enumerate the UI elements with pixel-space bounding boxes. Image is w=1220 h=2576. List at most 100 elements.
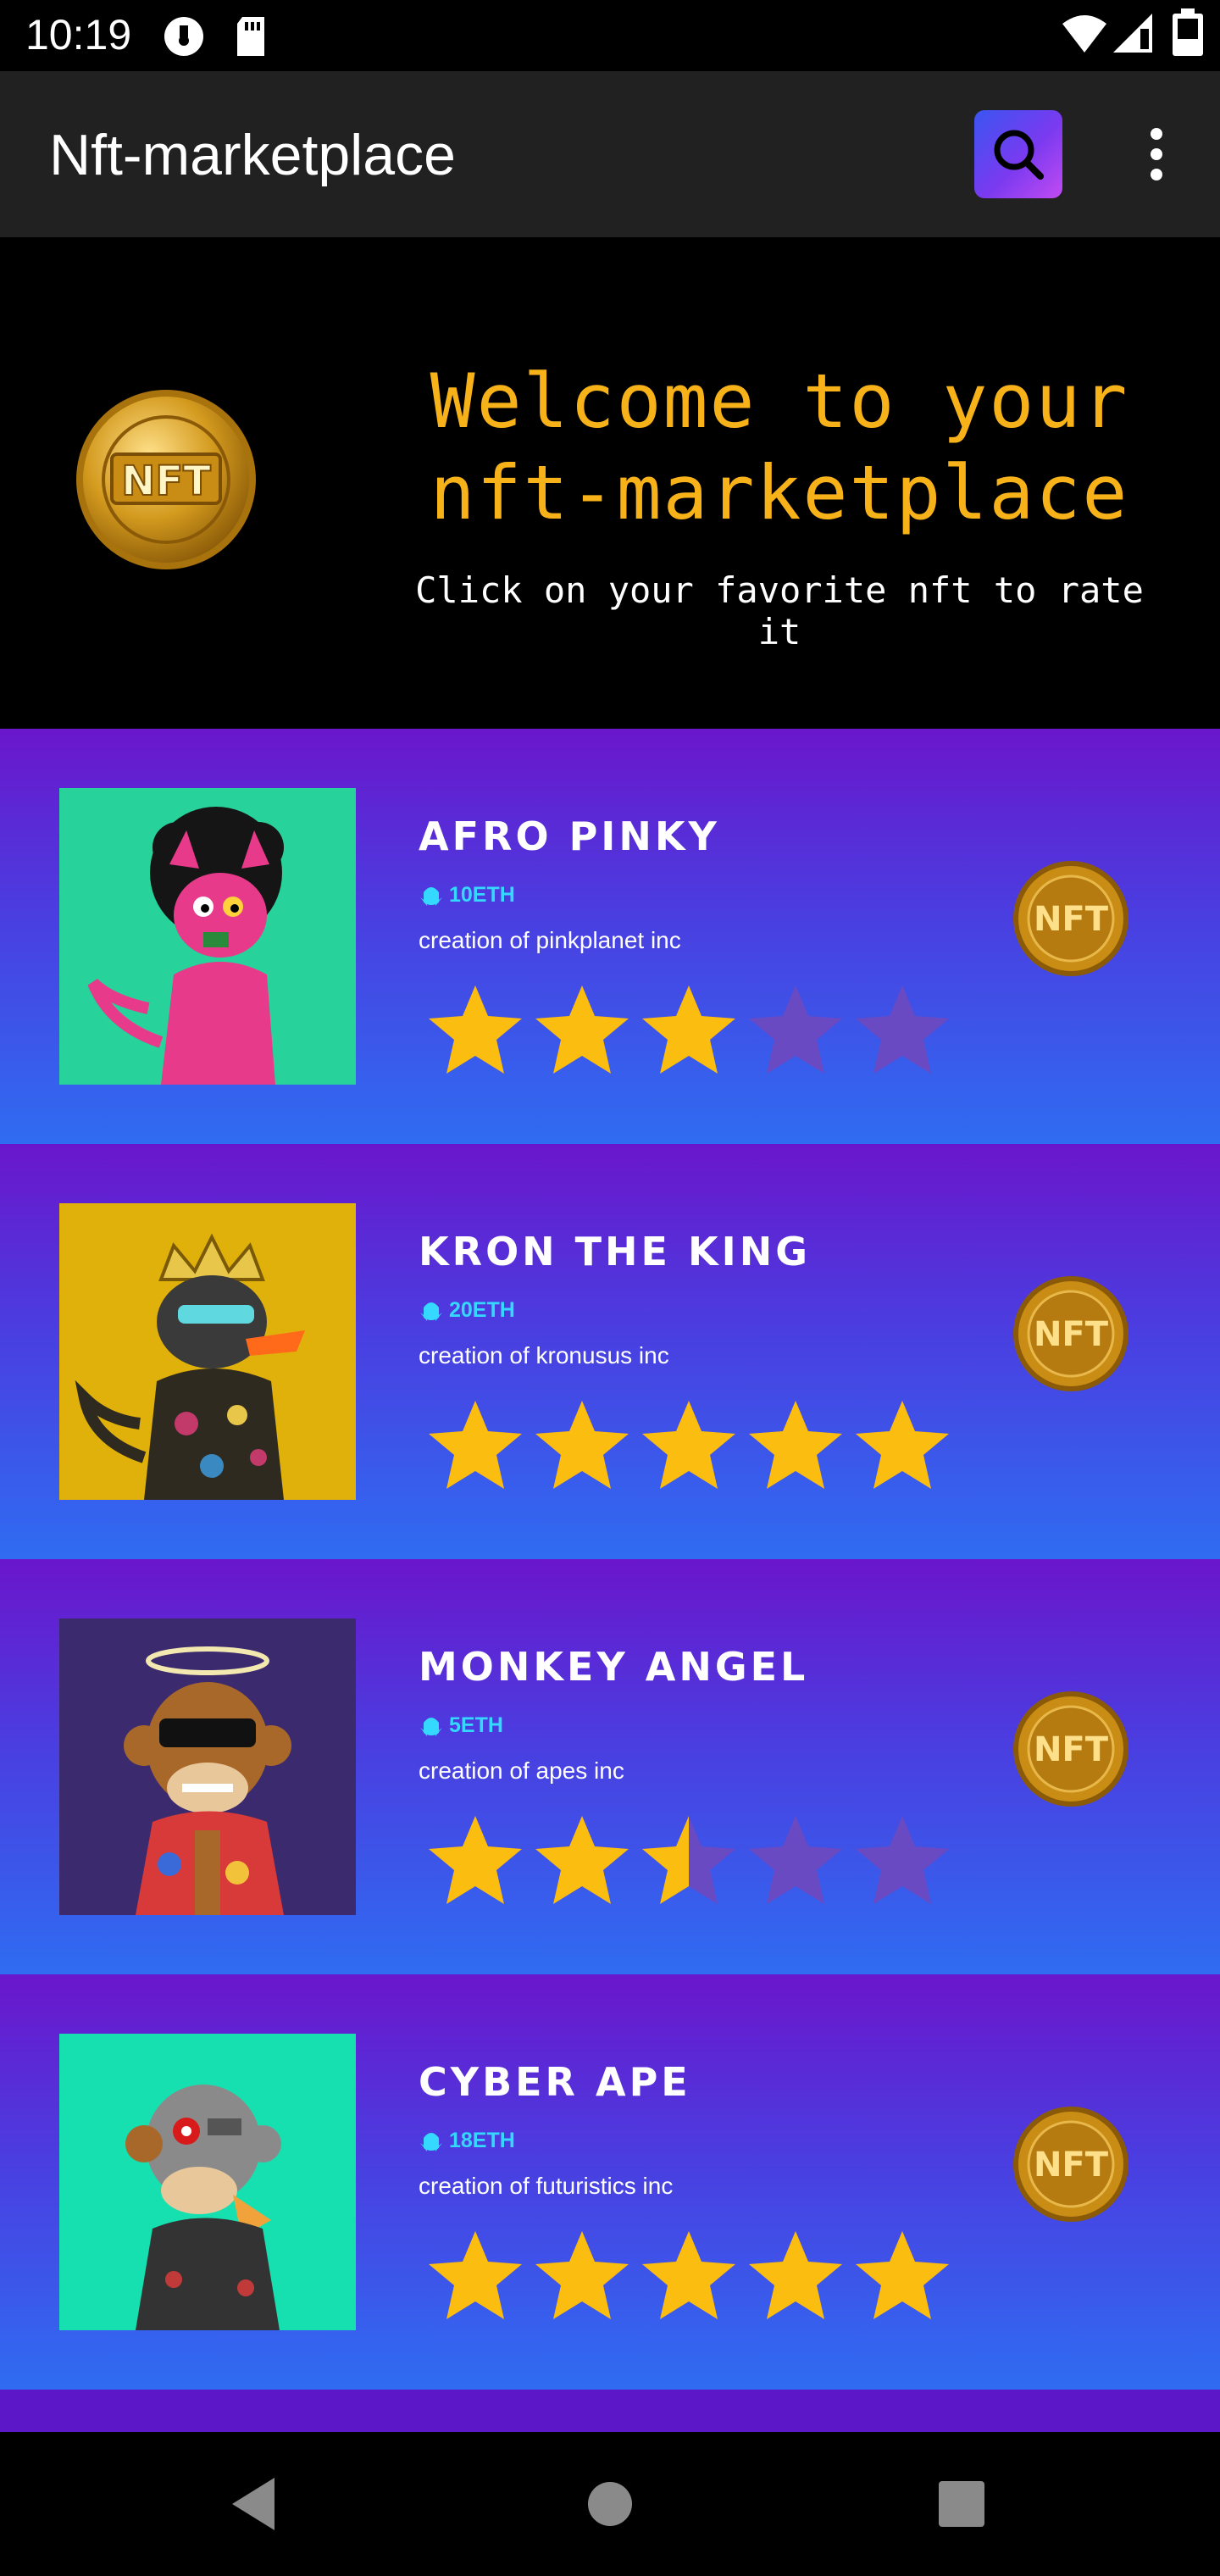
star-fill — [535, 1816, 629, 1904]
rating-bar[interactable] — [422, 1394, 956, 1496]
eth-diamond-icon — [420, 887, 442, 906]
star-empty-icon[interactable] — [849, 979, 956, 1080]
badge-text: NFT — [1034, 2146, 1109, 2185]
badge-text: NFT — [1034, 900, 1109, 939]
star-filled-icon[interactable] — [849, 1394, 956, 1496]
eth-diamond-icon — [420, 2133, 442, 2151]
nft-image[interactable] — [59, 1203, 356, 1500]
nft-card[interactable]: KRON THE KING 20ETH creation of kronusus… — [0, 1144, 1220, 1559]
recents-icon[interactable] — [923, 2466, 1000, 2542]
star-empty-icon[interactable] — [742, 979, 849, 1080]
star-filled-icon[interactable] — [422, 979, 529, 1080]
navigation-bar — [0, 2432, 1220, 2576]
signal-icon — [1113, 14, 1152, 53]
rating-bar[interactable] — [422, 2224, 956, 2326]
star-base — [749, 985, 842, 1074]
app-bar: Nft-marketplace — [0, 71, 1220, 237]
hero-title: Welcome to your nft-marketplace — [430, 358, 1129, 536]
star-filled-icon[interactable] — [422, 1809, 529, 1911]
nft-price: 5ETH — [449, 1713, 503, 1737]
hero-banner: NFT Welcome to your nft-marketplace Clic… — [0, 237, 1220, 729]
star-empty-icon[interactable] — [849, 1809, 956, 1911]
nft-image[interactable] — [59, 788, 356, 1085]
star-filled-icon[interactable] — [529, 2224, 635, 2326]
star-half-icon[interactable] — [635, 1809, 742, 1911]
star-fill — [642, 1401, 735, 1489]
search-icon — [994, 130, 1044, 180]
nft-price: 10ETH — [449, 882, 515, 907]
nft-badge-icon: NFT — [1012, 2105, 1130, 2223]
nft-image[interactable] — [59, 1618, 356, 1915]
star-fill — [856, 1401, 949, 1489]
nft-badge-icon: NFT — [1012, 859, 1130, 978]
more-options-button[interactable] — [1140, 120, 1173, 188]
star-empty-icon[interactable] — [742, 1809, 849, 1911]
star-filled-icon[interactable] — [742, 2224, 849, 2326]
nft-card[interactable]: AFRO PINKY 10ETH creation of pinkplanet … — [0, 729, 1220, 1144]
star-filled-icon[interactable] — [635, 979, 742, 1080]
nft-price: 20ETH — [449, 1297, 515, 1322]
rating-bar[interactable] — [422, 979, 956, 1080]
nft-creator: creation of apes inc — [419, 1757, 624, 1784]
monkey-angel-art — [124, 1646, 291, 1915]
rating-bar[interactable] — [422, 1809, 956, 1911]
price-row: 5ETH — [417, 1708, 503, 1742]
nft-badge-icon: NFT — [1012, 1690, 1130, 1808]
nft-coin-icon: NFT — [1013, 2107, 1128, 2222]
star-fill — [429, 985, 522, 1074]
star-fill — [429, 1816, 522, 1904]
star-fill — [429, 2231, 522, 2319]
star-filled-icon[interactable] — [742, 1394, 849, 1496]
star-filled-icon[interactable] — [422, 2224, 529, 2326]
star-fill — [429, 1401, 522, 1489]
afro-pinky-art — [87, 807, 284, 1085]
star-filled-icon[interactable] — [635, 1394, 742, 1496]
cyber-ape-art — [125, 2085, 281, 2330]
nft-card[interactable]: CYBER APE 18ETH creation of futuristics … — [0, 1974, 1220, 2390]
star-filled-icon[interactable] — [529, 1809, 635, 1911]
logo-text: NFT — [121, 458, 211, 505]
home-icon[interactable] — [572, 2466, 648, 2542]
star-fill — [535, 1401, 629, 1489]
badge-text: NFT — [1034, 1730, 1109, 1769]
nft-coin-icon: NFT — [1013, 1691, 1128, 1807]
more-vertical-icon — [1151, 128, 1162, 180]
status-bar: 10:19 — [0, 0, 1220, 71]
star-filled-icon[interactable] — [849, 2224, 956, 2326]
nft-image[interactable] — [59, 2034, 356, 2330]
screen: 10:19 Nft-marketplace NFT Welcome to you… — [0, 0, 1220, 2576]
battery-icon — [1173, 8, 1203, 56]
nft-price: 18ETH — [449, 2128, 515, 2152]
nft-name: KRON THE KING — [419, 1229, 812, 1274]
star-filled-icon[interactable] — [635, 2224, 742, 2326]
status-time: 10:19 — [25, 11, 132, 58]
back-icon[interactable] — [217, 2466, 293, 2542]
wifi-icon — [1062, 15, 1106, 53]
star-base — [856, 1816, 949, 1904]
nft-name: AFRO PINKY — [419, 813, 720, 859]
star-fill — [642, 2231, 735, 2319]
price-row: 10ETH — [417, 878, 515, 912]
nft-creator: creation of kronusus inc — [419, 1342, 669, 1368]
star-base — [856, 985, 949, 1074]
nft-name: MONKEY ANGEL — [419, 1644, 809, 1690]
star-filled-icon[interactable] — [422, 1394, 529, 1496]
star-base — [749, 1816, 842, 1904]
badge-text: NFT — [1034, 1315, 1109, 1354]
nft-coin-icon: NFT — [1013, 861, 1128, 976]
app-title: Nft-marketplace — [49, 123, 456, 187]
price-row: 18ETH — [417, 2124, 515, 2157]
eth-diamond-icon — [420, 1302, 442, 1321]
record-icon — [164, 17, 203, 56]
search-button[interactable] — [974, 110, 1062, 198]
nft-badge-icon: NFT — [1012, 1274, 1130, 1393]
nft-card[interactable]: MONKEY ANGEL 5ETH creation of apes inc N… — [0, 1559, 1220, 1974]
nft-coin-icon: NFT — [1013, 1276, 1128, 1391]
star-filled-icon[interactable] — [529, 979, 635, 1080]
nft-list: AFRO PINKY 10ETH creation of pinkplanet … — [0, 729, 1220, 2432]
star-fill — [642, 985, 735, 1074]
star-fill — [535, 2231, 629, 2319]
star-filled-icon[interactable] — [529, 1394, 635, 1496]
star-fill — [856, 2231, 949, 2319]
hero-subtitle: Click on your favorite nft to rate it — [415, 569, 1144, 652]
